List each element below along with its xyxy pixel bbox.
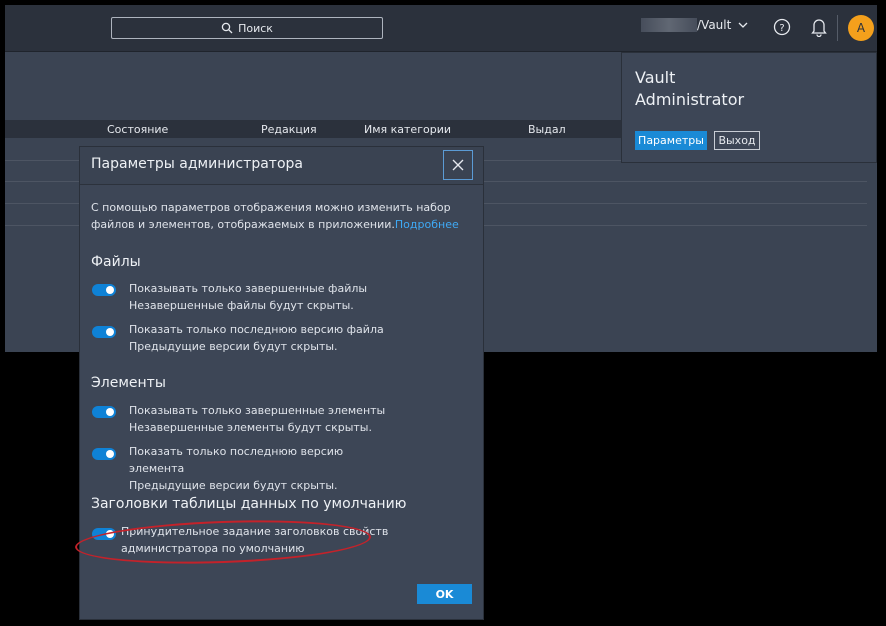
logout-button[interactable]: Выход [714,131,760,150]
section-title-files: Файлы [91,254,141,270]
svg-text:?: ? [779,23,784,34]
avatar[interactable]: A [848,15,874,41]
top-bar: Поиск /Vault ? A [5,5,877,52]
user-name-line2: Administrator [635,90,745,109]
toggle-completed-files[interactable] [92,284,116,296]
option-latest-file-version: Показать только последнюю версию файла П… [129,321,384,355]
toggle-completed-items[interactable] [92,406,116,418]
option-title: Показывать только завершенные файлы [129,282,368,295]
search-input[interactable]: Поиск [111,17,383,39]
close-icon [452,159,464,171]
toggle-latest-file-version[interactable] [92,326,116,338]
option-description: Предыдущие версии будут скрыты. [129,479,338,492]
column-header-category[interactable]: Имя категории [364,123,451,136]
column-header-issued-by[interactable]: Выдал [528,123,566,136]
bell-icon[interactable] [810,17,828,37]
option-title: Показать только последнюю версию [129,445,344,458]
help-icon[interactable]: ? [773,18,791,36]
toolbar-divider [837,15,838,41]
option-completed-items: Показывать только завершенные элементы Н… [129,402,385,436]
column-header-status[interactable]: Состояние [107,123,168,136]
parameters-button[interactable]: Параметры [635,131,707,150]
blurred-server-name [641,18,697,32]
option-description: Незавершенные элементы будут скрыты. [129,421,372,434]
option-description: Незавершенные файлы будут скрыты. [129,299,354,312]
user-menu-popup: Vault Administrator Параметры Выход [621,52,877,163]
section-title-items: Элементы [91,375,166,391]
ok-button[interactable]: OK [417,584,472,604]
option-completed-files: Показывать только завершенные файлы Неза… [129,280,367,314]
option-latest-item-version: Показать только последнюю версию элемент… [129,443,343,494]
toggle-latest-item-version[interactable] [92,448,116,460]
search-placeholder: Поиск [238,21,273,35]
learn-more-link[interactable]: Подробнее [395,218,459,231]
chevron-down-icon[interactable] [738,22,748,28]
option-title: Показать только последнюю версию файла [129,323,384,336]
dialog-header: Параметры администратора [80,147,483,185]
search-icon [221,22,233,34]
option-title-continued: элемента [129,462,185,475]
option-title: Показывать только завершенные элементы [129,404,386,417]
dialog-intro: С помощью параметров отображения можно и… [91,199,471,233]
section-title-table-headers: Заголовки таблицы данных по умолчанию [91,496,407,512]
user-name: Vault Administrator [635,67,744,111]
option-description: Предыдущие версии будут скрыты. [129,340,338,353]
column-header-revision[interactable]: Редакция [261,123,317,136]
dialog-title: Параметры администратора [91,156,303,172]
vault-selector[interactable]: /Vault [697,18,731,32]
user-name-line1: Vault [635,68,676,87]
close-button[interactable] [443,150,473,180]
